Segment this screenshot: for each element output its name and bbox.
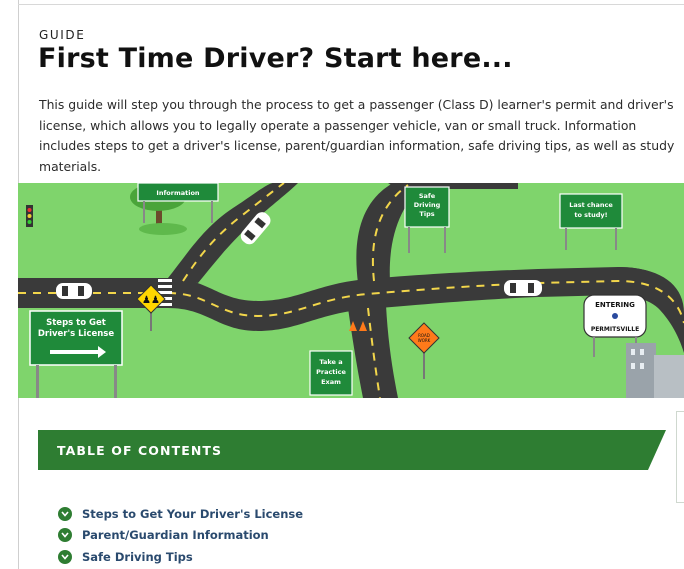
toc-header: TABLE OF CONTENTS (38, 430, 668, 470)
svg-text:Information: Information (156, 189, 200, 197)
toc-item-parent[interactable]: Parent/Guardian Information (58, 525, 303, 547)
svg-text:WORK: WORK (418, 338, 431, 343)
hero-illustration: ♟♟ Information Safe Driving Tips Last ch… (18, 183, 684, 398)
chevron-down-icon (58, 549, 72, 564)
car-right (504, 280, 542, 296)
guide-eyebrow: GUIDE (39, 28, 86, 42)
car-left (56, 283, 92, 299)
toc-link[interactable]: Steps to Get Your Driver's License (82, 507, 303, 521)
svg-text:Tips: Tips (419, 210, 434, 218)
traffic-light (26, 205, 33, 227)
toc-item-steps[interactable]: Steps to Get Your Driver's License (58, 503, 303, 525)
svg-text:Exam: Exam (321, 378, 341, 386)
road-map-illustration: ♟♟ Information Safe Driving Tips Last ch… (18, 183, 684, 398)
svg-text:PERMITSVILLE: PERMITSVILLE (591, 326, 639, 333)
page-top-border (18, 4, 684, 5)
svg-text:Driving: Driving (414, 201, 441, 209)
intro-paragraph: This guide will step you through the pro… (39, 97, 675, 174)
chevron-down-icon (58, 528, 72, 543)
practice-exam-sign: Take a Practice Exam (309, 350, 353, 396)
side-panel-edge (676, 411, 684, 503)
svg-text:Take a: Take a (319, 358, 342, 366)
toc-item-safe-driving[interactable]: Safe Driving Tips (58, 546, 303, 568)
svg-text:Practice: Practice (316, 368, 346, 376)
svg-text:Steps to Get: Steps to Get (46, 318, 106, 328)
svg-text:Driver's License: Driver's License (38, 329, 115, 339)
toc-link[interactable]: Parent/Guardian Information (82, 528, 269, 542)
toc-link[interactable]: Safe Driving Tips (82, 550, 193, 564)
page-title: First Time Driver? Start here... (38, 43, 513, 74)
svg-text:Last chance: Last chance (569, 201, 613, 209)
svg-text:♟♟: ♟♟ (142, 295, 160, 306)
toc-list: Steps to Get Your Driver's License Paren… (58, 503, 303, 568)
svg-text:ENTERING: ENTERING (595, 301, 635, 309)
chevron-down-icon (58, 506, 72, 521)
svg-text:Safe: Safe (419, 192, 436, 200)
toc-title: TABLE OF CONTENTS (57, 443, 223, 458)
svg-text:to study!: to study! (574, 211, 607, 219)
